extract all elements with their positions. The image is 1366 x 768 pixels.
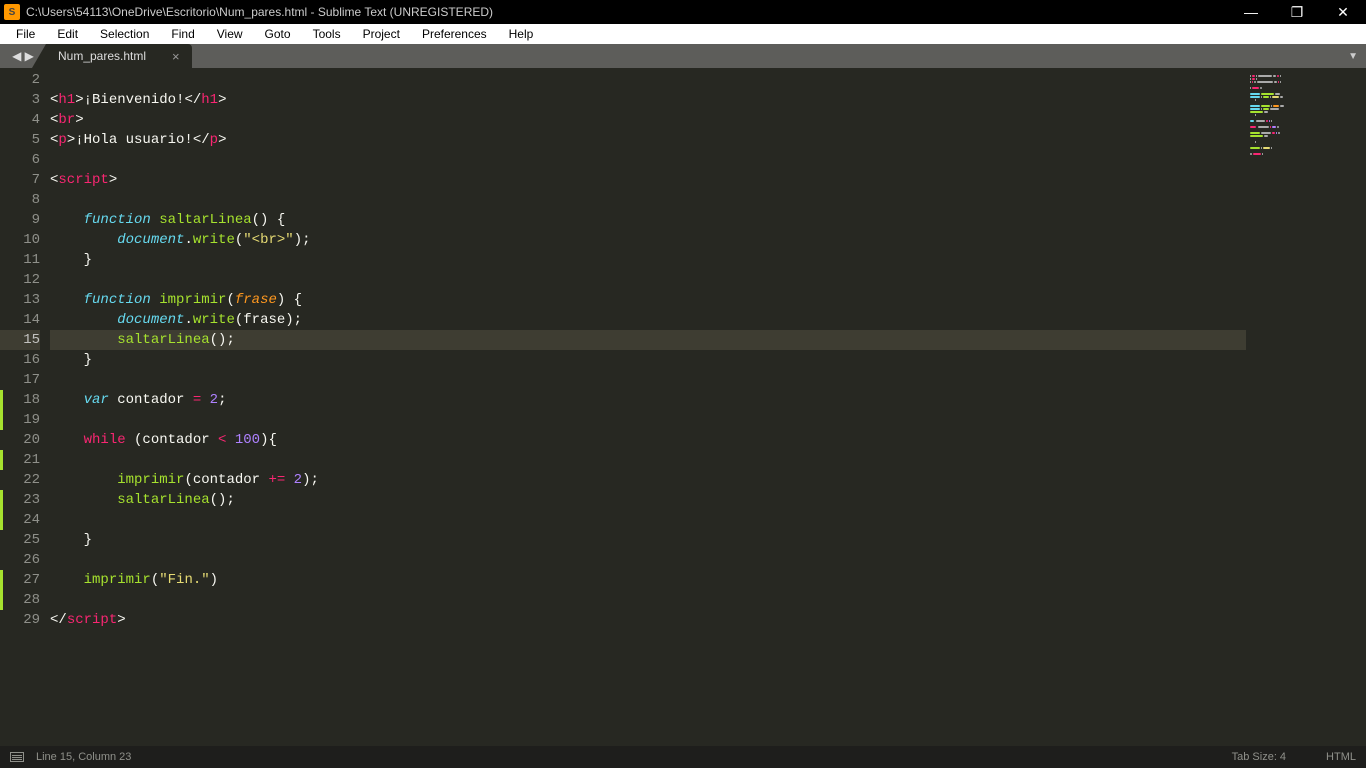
gutter-line[interactable]: 2 [0,70,40,90]
menu-edit[interactable]: Edit [47,25,88,43]
window-title: C:\Users\54113\OneDrive\Escritorio\Num_p… [26,5,1228,19]
gutter-line[interactable]: 26 [0,550,40,570]
gutter-line[interactable]: 12 [0,270,40,290]
window-controls: — ❐ ✕ [1228,0,1366,24]
code-line[interactable]: <br> [50,110,1246,130]
code-line[interactable]: <script> [50,170,1246,190]
code-line[interactable]: <h1>¡Bienvenido!</h1> [50,90,1246,110]
gutter-line[interactable]: 17 [0,370,40,390]
gutter-line[interactable]: 18 [0,390,40,410]
menu-file[interactable]: File [6,25,45,43]
code-line[interactable] [50,450,1246,470]
gutter-line[interactable]: 9 [0,210,40,230]
menu-project[interactable]: Project [353,25,410,43]
gutter-line[interactable]: 5 [0,130,40,150]
code-line[interactable]: <p>¡Hola usuario!</p> [50,130,1246,150]
menu-goto[interactable]: Goto [255,25,301,43]
menu-preferences[interactable]: Preferences [412,25,497,43]
minimap[interactable] [1246,68,1366,746]
gutter-line[interactable]: 7 [0,170,40,190]
gutter-line[interactable]: 10 [0,230,40,250]
gutter-line[interactable]: 28 [0,590,40,610]
status-syntax[interactable]: HTML [1326,751,1356,763]
code-line[interactable]: </script> [50,610,1246,630]
gutter-line[interactable]: 13 [0,290,40,310]
menu-find[interactable]: Find [161,25,204,43]
gutter[interactable]: 2345678910111213141516171819202122232425… [0,68,50,746]
titlebar: S C:\Users\54113\OneDrive\Escritorio\Num… [0,0,1366,24]
code-line[interactable]: document.write("<br>"); [50,230,1246,250]
tab-dropdown-icon[interactable]: ▼ [1348,51,1358,62]
code-line[interactable]: document.write(frase); [50,310,1246,330]
code-line[interactable] [50,410,1246,430]
code-line[interactable] [50,510,1246,530]
menubar: File Edit Selection Find View Goto Tools… [0,24,1366,44]
code-line[interactable]: while (contador < 100){ [50,430,1246,450]
code-line[interactable]: } [50,250,1246,270]
gutter-line[interactable]: 3 [0,90,40,110]
code-line[interactable] [50,70,1246,90]
gutter-line[interactable]: 8 [0,190,40,210]
code-line[interactable] [50,370,1246,390]
panel-switcher-icon[interactable] [10,752,24,762]
gutter-line[interactable]: 25 [0,530,40,550]
code-line[interactable] [50,270,1246,290]
close-button[interactable]: ✕ [1320,0,1366,24]
code-line[interactable]: var contador = 2; [50,390,1246,410]
code-editor[interactable]: <h1>¡Bienvenido!</h1><br><p>¡Hola usuari… [50,68,1246,746]
statusbar: Line 15, Column 23 Tab Size: 4 HTML [0,746,1366,768]
code-line[interactable]: saltarLinea(); [50,490,1246,510]
code-line[interactable]: imprimir(contador += 2); [50,470,1246,490]
tab-bar: ◀ ▶ Num_pares.html × ▼ [0,44,1366,68]
tab-label: Num_pares.html [58,49,146,63]
menu-tools[interactable]: Tools [303,25,351,43]
code-line[interactable]: function saltarLinea() { [50,210,1246,230]
gutter-line[interactable]: 4 [0,110,40,130]
code-line[interactable]: } [50,350,1246,370]
maximize-button[interactable]: ❐ [1274,0,1320,24]
code-line[interactable]: } [50,530,1246,550]
gutter-line[interactable]: 6 [0,150,40,170]
tab-close-icon[interactable]: × [172,49,180,64]
gutter-line[interactable]: 15 [0,330,40,350]
gutter-line[interactable]: 27 [0,570,40,590]
gutter-line[interactable]: 22 [0,470,40,490]
editor-area: 2345678910111213141516171819202122232425… [0,68,1366,746]
status-position[interactable]: Line 15, Column 23 [36,751,131,763]
tab-num-pares[interactable]: Num_pares.html × [46,44,192,68]
menu-view[interactable]: View [207,25,253,43]
status-tabsize[interactable]: Tab Size: 4 [1232,751,1286,763]
gutter-line[interactable]: 19 [0,410,40,430]
code-line[interactable] [50,550,1246,570]
code-line[interactable]: function imprimir(frase) { [50,290,1246,310]
gutter-line[interactable]: 24 [0,510,40,530]
minimize-button[interactable]: — [1228,0,1274,24]
gutter-line[interactable]: 14 [0,310,40,330]
gutter-line[interactable]: 21 [0,450,40,470]
gutter-line[interactable]: 16 [0,350,40,370]
code-line[interactable]: imprimir("Fin.") [50,570,1246,590]
menu-help[interactable]: Help [499,25,544,43]
gutter-line[interactable]: 11 [0,250,40,270]
code-line[interactable]: saltarLinea(); [50,330,1246,350]
gutter-line[interactable]: 20 [0,430,40,450]
menu-selection[interactable]: Selection [90,25,159,43]
gutter-line[interactable]: 23 [0,490,40,510]
app-icon: S [4,4,20,20]
code-line[interactable] [50,190,1246,210]
code-line[interactable] [50,150,1246,170]
gutter-line[interactable]: 29 [0,610,40,630]
code-line[interactable] [50,590,1246,610]
